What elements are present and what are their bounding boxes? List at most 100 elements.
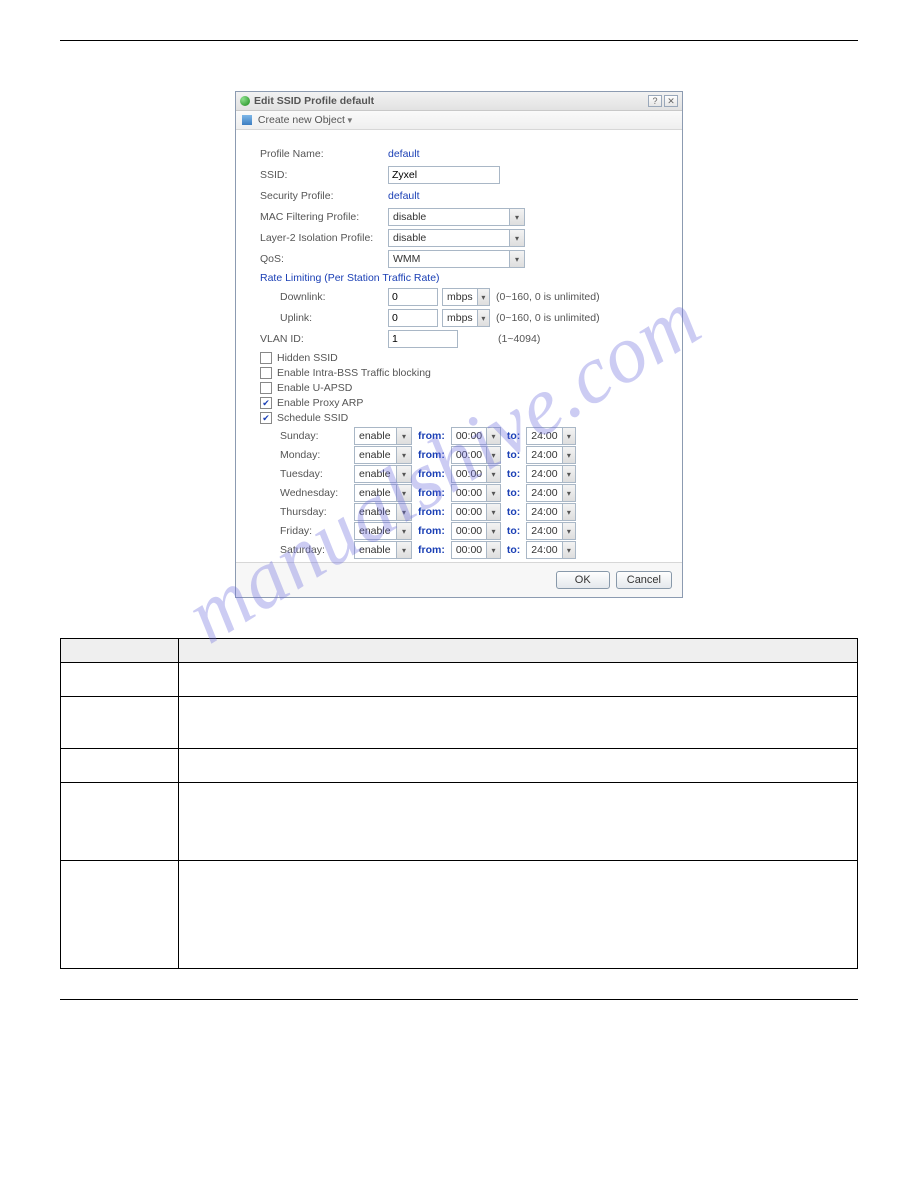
profile-name-label: Profile Name: (260, 148, 388, 160)
uapsd-label: Enable U-APSD (277, 382, 352, 394)
schedule-enable-value: enable (355, 468, 396, 480)
hidden-ssid-label: Hidden SSID (277, 352, 338, 364)
schedule-enable-value: enable (355, 487, 396, 499)
schedule-from-select[interactable]: 00:00▾ (451, 446, 501, 464)
schedule-to-select[interactable]: 24:00▾ (526, 541, 576, 559)
create-object-button[interactable]: Create new Object (258, 114, 345, 126)
schedule-from-label: from: (418, 430, 445, 442)
schedule-to-select[interactable]: 24:00▾ (526, 503, 576, 521)
schedule-from-value: 00:00 (452, 449, 486, 461)
vlan-input[interactable] (388, 330, 458, 348)
schedule-day-label: Wednesday: (280, 487, 354, 499)
schedule-row: Saturday:enable▾from:00:00▾to:24:00▾ (280, 541, 668, 559)
ssid-input[interactable] (388, 166, 500, 184)
mac-filter-select[interactable]: disable ▾ (388, 208, 525, 226)
schedule-to-value: 24:00 (527, 487, 561, 499)
chevron-down-icon: ▾ (562, 523, 576, 539)
intrabss-checkbox[interactable] (260, 367, 272, 379)
chevron-down-icon: ▾ (486, 485, 500, 501)
proxy-arp-checkbox[interactable]: ✔ (260, 397, 272, 409)
schedule-from-select[interactable]: 00:00▾ (451, 522, 501, 540)
cancel-button[interactable]: Cancel (616, 571, 672, 589)
hidden-ssid-checkbox[interactable] (260, 352, 272, 364)
schedule-day-label: Thursday: (280, 506, 354, 518)
schedule-row: Wednesday:enable▾from:00:00▾to:24:00▾ (280, 484, 668, 502)
uplink-input[interactable] (388, 309, 438, 327)
schedule-rows: Sunday:enable▾from:00:00▾to:24:00▾Monday… (280, 427, 668, 559)
schedule-from-label: from: (418, 544, 445, 556)
schedule-day-label: Tuesday: (280, 468, 354, 480)
toolbar: Create new Object▼ (236, 111, 682, 130)
chevron-down-icon: ▾ (562, 504, 576, 520)
schedule-to-select[interactable]: 24:00▾ (526, 522, 576, 540)
ssid-label: SSID: (260, 169, 388, 181)
schedule-from-select[interactable]: 00:00▾ (451, 484, 501, 502)
schedule-from-value: 00:00 (452, 525, 486, 537)
layer2-select[interactable]: disable ▾ (388, 229, 525, 247)
schedule-from-select[interactable]: 00:00▾ (451, 465, 501, 483)
dropdown-caret-icon: ▼ (346, 116, 354, 125)
schedule-to-label: to: (507, 506, 520, 518)
top-rule (60, 40, 858, 41)
schedule-from-value: 00:00 (452, 487, 486, 499)
schedule-ssid-checkbox[interactable]: ✔ (260, 412, 272, 424)
downlink-hint: (0~160, 0 is unlimited) (496, 291, 600, 303)
schedule-to-select[interactable]: 24:00▾ (526, 446, 576, 464)
chevron-down-icon: ▾ (396, 504, 411, 520)
chevron-down-icon: ▾ (486, 428, 500, 444)
dialog-title: Edit SSID Profile default (254, 95, 648, 107)
schedule-enable-select[interactable]: enable▾ (354, 541, 412, 559)
qos-label: QoS: (260, 253, 388, 265)
chevron-down-icon: ▾ (486, 542, 500, 558)
chevron-down-icon: ▾ (477, 310, 489, 326)
intrabss-label: Enable Intra-BSS Traffic blocking (277, 367, 431, 379)
uapsd-checkbox[interactable] (260, 382, 272, 394)
schedule-from-select[interactable]: 00:00▾ (451, 427, 501, 445)
edit-ssid-dialog: Edit SSID Profile default ? ✕ Create new… (235, 91, 683, 598)
chevron-down-icon: ▾ (509, 230, 524, 246)
downlink-unit-select[interactable]: mbps ▾ (442, 288, 490, 306)
schedule-to-select[interactable]: 24:00▾ (526, 427, 576, 445)
schedule-day-label: Monday: (280, 449, 354, 461)
schedule-enable-select[interactable]: enable▾ (354, 427, 412, 445)
schedule-to-value: 24:00 (527, 525, 561, 537)
layer2-value: disable (389, 232, 509, 244)
schedule-from-value: 00:00 (452, 468, 486, 480)
chevron-down-icon: ▾ (396, 485, 411, 501)
uplink-unit-select[interactable]: mbps ▾ (442, 309, 490, 327)
help-button[interactable]: ? (648, 95, 662, 107)
chevron-down-icon: ▾ (509, 209, 524, 225)
close-button[interactable]: ✕ (664, 95, 678, 107)
schedule-enable-value: enable (355, 430, 396, 442)
rate-limit-header: Rate Limiting (Per Station Traffic Rate) (260, 272, 668, 284)
schedule-from-label: from: (418, 468, 445, 480)
schedule-enable-select[interactable]: enable▾ (354, 484, 412, 502)
schedule-enable-select[interactable]: enable▾ (354, 446, 412, 464)
schedule-enable-select[interactable]: enable▾ (354, 503, 412, 521)
downlink-input[interactable] (388, 288, 438, 306)
qos-select[interactable]: WMM ▾ (388, 250, 525, 268)
schedule-enable-select[interactable]: enable▾ (354, 522, 412, 540)
schedule-to-select[interactable]: 24:00▾ (526, 484, 576, 502)
ok-button[interactable]: OK (556, 571, 610, 589)
schedule-to-label: to: (507, 525, 520, 537)
chevron-down-icon: ▾ (396, 428, 411, 444)
dialog-footer: OK Cancel (236, 562, 682, 597)
chevron-down-icon: ▾ (486, 523, 500, 539)
chevron-down-icon: ▾ (396, 523, 411, 539)
schedule-to-label: to: (507, 468, 520, 480)
chevron-down-icon: ▾ (477, 289, 489, 305)
chevron-down-icon: ▾ (562, 447, 576, 463)
schedule-to-label: to: (507, 430, 520, 442)
schedule-to-select[interactable]: 24:00▾ (526, 465, 576, 483)
schedule-row: Tuesday:enable▾ from: 00:00▾ to: 24:00▾ (280, 465, 668, 483)
schedule-enable-select[interactable]: enable▾ (354, 465, 412, 483)
schedule-from-select[interactable]: 00:00▾ (451, 503, 501, 521)
schedule-enable-value: enable (355, 525, 396, 537)
schedule-from-label: from: (418, 487, 445, 499)
layer2-label: Layer-2 Isolation Profile: (260, 232, 388, 244)
vlan-hint: (1~4094) (498, 333, 540, 345)
schedule-from-select[interactable]: 00:00▾ (451, 541, 501, 559)
chevron-down-icon: ▾ (486, 504, 500, 520)
schedule-day-label: Saturday: (280, 544, 354, 556)
